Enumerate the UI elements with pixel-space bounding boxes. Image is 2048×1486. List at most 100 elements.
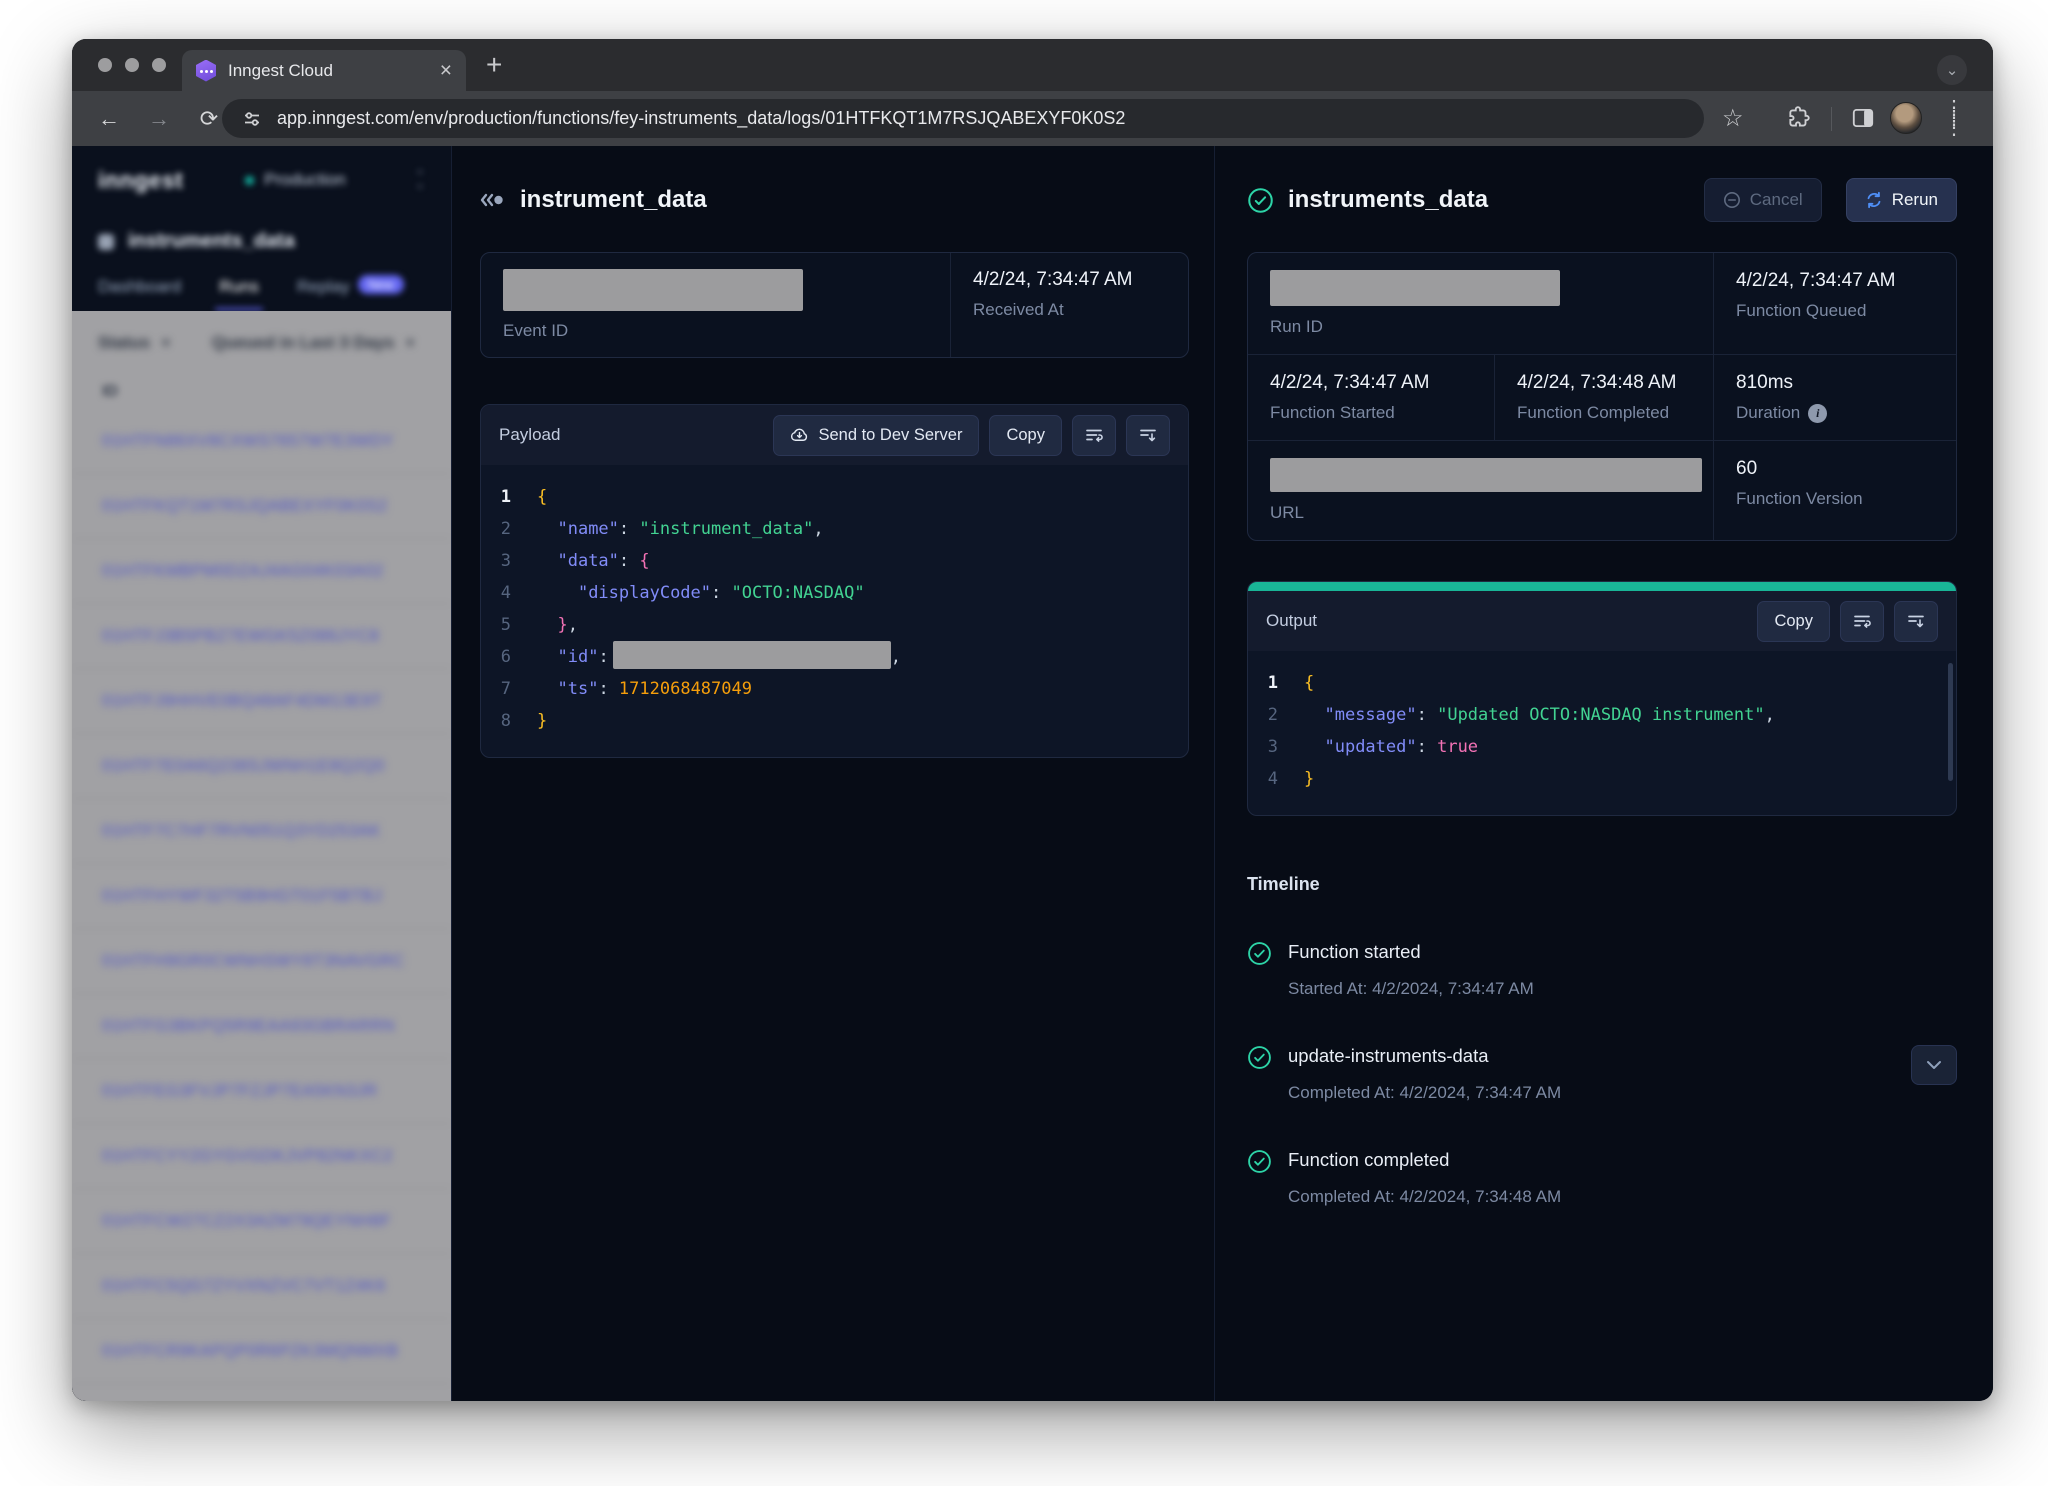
tab-search-chevron-icon[interactable]: ⌄ bbox=[1937, 55, 1967, 85]
run-panel: instruments_data Cancel Rerun bbox=[1215, 146, 1993, 1401]
step-success-check-icon bbox=[1247, 1045, 1272, 1070]
event-header: instrument_data bbox=[480, 186, 1189, 214]
run-id-item[interactable]: 01HTFJ3B5PBZ7EWGK5Z086JYC8 bbox=[72, 604, 451, 669]
minimize-window-button[interactable] bbox=[125, 58, 139, 72]
run-id-cell: Run ID bbox=[1248, 253, 1713, 354]
function-version-label: Function Version bbox=[1736, 489, 1934, 509]
code-line: 2 "name": "instrument_data", bbox=[481, 513, 1188, 545]
site-settings-icon[interactable] bbox=[242, 109, 262, 129]
traffic-lights[interactable] bbox=[98, 58, 166, 72]
run-id-item[interactable]: 01HTFC5QG7ZYVXNZVC7VT1Z4K6 bbox=[72, 1254, 451, 1319]
timeline-item-title: update-instruments-data bbox=[1288, 1045, 1561, 1067]
tab-runs[interactable]: Runs bbox=[219, 277, 259, 311]
tab-close-icon[interactable]: × bbox=[440, 60, 452, 81]
send-to-dev-server-button[interactable]: Send to Dev Server bbox=[773, 415, 979, 456]
run-id-item[interactable]: 01HTFCW27CZ2X3AZM79QEYNH8F bbox=[72, 1189, 451, 1254]
code-line: 6 "id":, bbox=[481, 641, 1188, 673]
run-id-item[interactable]: 01HTFN86XV8CXWS7657W7E3WDY bbox=[72, 409, 451, 474]
payload-title: Payload bbox=[499, 425, 763, 445]
date-range-filter-dropdown[interactable]: Queued in Last 3 Days ▼ bbox=[212, 333, 416, 353]
run-id-item[interactable]: 01HTF7C7HF7RVN051Q3YD253AK bbox=[72, 799, 451, 864]
function-completed-value: 4/2/24, 7:34:48 AM bbox=[1517, 372, 1691, 394]
output-header: Output Copy bbox=[1248, 591, 1956, 651]
code-line: 4} bbox=[1248, 763, 1956, 795]
profile-avatar[interactable] bbox=[1890, 102, 1922, 134]
side-panel-icon[interactable] bbox=[1850, 105, 1876, 131]
code-line: 2 "message": "Updated OCTO:NASDAQ instru… bbox=[1248, 699, 1956, 731]
run-id-item[interactable]: 01HTFKMBPM0DZAJ4AG04K03A02 bbox=[72, 539, 451, 604]
timeline-item-function-started: Function started Started At: 4/2/2024, 7… bbox=[1247, 941, 1957, 999]
browser-menu-kebab-icon[interactable]: ⋮⋮⋮ bbox=[1944, 103, 1964, 133]
run-id-item[interactable]: 01HTFEG3FVJP7FZJP7EA5KN3JR bbox=[72, 1059, 451, 1124]
timeline-item-title: Function started bbox=[1288, 941, 1534, 963]
bookmark-star-icon[interactable]: ☆ bbox=[1722, 104, 1744, 133]
line-number: 5 bbox=[481, 609, 537, 641]
env-label: Production bbox=[264, 170, 345, 190]
run-id-list: 01HTFN86XV8CXWS7657W7E3WDY01HTFKQT1M7RSJ… bbox=[72, 409, 451, 1384]
tab-dashboard[interactable]: Dashboard bbox=[98, 277, 181, 311]
run-id-item[interactable]: 01HTFHYWF32T5B9HGT01F5BTBJ bbox=[72, 864, 451, 929]
output-expand-lines-button[interactable] bbox=[1894, 601, 1938, 642]
output-copy-button[interactable]: Copy bbox=[1757, 601, 1830, 642]
rerun-refresh-icon bbox=[1865, 191, 1883, 209]
timeline-title: Timeline bbox=[1247, 874, 1957, 895]
info-icon[interactable]: i bbox=[1808, 404, 1827, 423]
cancel-button[interactable]: Cancel bbox=[1704, 178, 1822, 222]
output-code-viewer[interactable]: 1{2 "message": "Updated OCTO:NASDAQ inst… bbox=[1248, 651, 1956, 815]
status-filter-dropdown[interactable]: Status ▼ bbox=[98, 333, 172, 353]
env-switcher[interactable]: Production bbox=[245, 170, 345, 190]
close-window-button[interactable] bbox=[98, 58, 112, 72]
back-button[interactable]: ← bbox=[94, 104, 124, 134]
output-wrap-text-button[interactable] bbox=[1840, 601, 1884, 642]
event-title: instrument_data bbox=[520, 186, 707, 214]
run-id-item[interactable]: 01HTFKQT1M7RSJQABEXYF0K0S2 bbox=[72, 474, 451, 539]
reload-button[interactable]: ⟳ bbox=[194, 104, 224, 134]
event-id-redacted-value bbox=[503, 269, 803, 311]
timeline-expand-button[interactable] bbox=[1911, 1045, 1957, 1085]
wrap-text-icon bbox=[1853, 613, 1871, 629]
run-id-item[interactable]: 01HTFH9GR0CWNHSWY8T3NAVGRC bbox=[72, 929, 451, 994]
cloud-download-icon bbox=[790, 427, 809, 443]
line-number: 4 bbox=[1248, 763, 1304, 795]
extensions-puzzle-icon[interactable] bbox=[1786, 105, 1812, 131]
copy-label: Copy bbox=[1006, 426, 1045, 445]
run-id-item[interactable]: 01HTFCYY2GYGVGDKJVP82NKXC2 bbox=[72, 1124, 451, 1189]
received-at-cell: 4/2/24, 7:34:47 AM Received At bbox=[950, 253, 1188, 357]
inngest-logo: inngest bbox=[98, 167, 183, 194]
payload-wrap-text-button[interactable] bbox=[1072, 415, 1116, 456]
payload-copy-button[interactable]: Copy bbox=[989, 415, 1062, 456]
run-id-item[interactable]: 01HTFCR9KAPQP0R6PZK3MQNMXB bbox=[72, 1319, 451, 1384]
run-id-item[interactable]: 01HTF7E0A6Q238SJWNH1E8Q2Q0 bbox=[72, 734, 451, 799]
duration-value: 810ms bbox=[1736, 372, 1934, 394]
chevron-down-icon bbox=[1926, 1060, 1942, 1070]
run-id-redacted-value bbox=[1270, 270, 1560, 306]
new-tab-button[interactable]: + bbox=[486, 49, 502, 81]
code-line: 4 "displayCode": "OCTO:NASDAQ" bbox=[481, 577, 1188, 609]
browser-window: Inngest Cloud × + ⌄ ← → ⟳ app.inngest.co… bbox=[72, 39, 1993, 1401]
chevron-down-icon: ▼ bbox=[160, 336, 172, 350]
code-line: 3 "updated": true bbox=[1248, 731, 1956, 763]
url-bar[interactable]: app.inngest.com/env/production/functions… bbox=[222, 99, 1704, 138]
payload-card: Payload Send to Dev Server Copy bbox=[480, 404, 1189, 758]
run-header: instruments_data Cancel Rerun bbox=[1247, 178, 1957, 222]
sidebar: inngest Production ⌃⌄ instruments_data D… bbox=[72, 146, 452, 1401]
redacted-inline-value bbox=[613, 641, 891, 669]
browser-tab[interactable]: Inngest Cloud × bbox=[182, 50, 466, 91]
run-id-item[interactable]: 01HTFG3BKPQ5R9EAA93GBRARRN bbox=[72, 994, 451, 1059]
run-success-check-icon bbox=[1247, 187, 1274, 214]
line-number: 1 bbox=[481, 481, 537, 513]
payload-expand-lines-button[interactable] bbox=[1126, 415, 1170, 456]
payload-code-editor[interactable]: 1{2 "name": "instrument_data",3 "data": … bbox=[481, 465, 1188, 757]
run-details-card: Run ID 4/2/24, 7:34:47 AM Function Queue… bbox=[1247, 252, 1957, 541]
line-number: 3 bbox=[1248, 731, 1304, 763]
zoom-window-button[interactable] bbox=[152, 58, 166, 72]
line-number: 2 bbox=[481, 513, 537, 545]
url-text[interactable]: app.inngest.com/env/production/functions… bbox=[277, 108, 1125, 129]
forward-button[interactable]: → bbox=[144, 104, 174, 134]
scrollbar-thumb[interactable] bbox=[1948, 663, 1953, 781]
run-id-item[interactable]: 01HTFJ9HHVE0BQ48AF4DM13E9T bbox=[72, 669, 451, 734]
function-name: instruments_data bbox=[128, 230, 295, 253]
rerun-button[interactable]: Rerun bbox=[1846, 178, 1957, 222]
tab-replay[interactable]: Replay New bbox=[297, 277, 404, 311]
env-switcher-chevrons-icon[interactable]: ⌃⌄ bbox=[415, 171, 425, 189]
